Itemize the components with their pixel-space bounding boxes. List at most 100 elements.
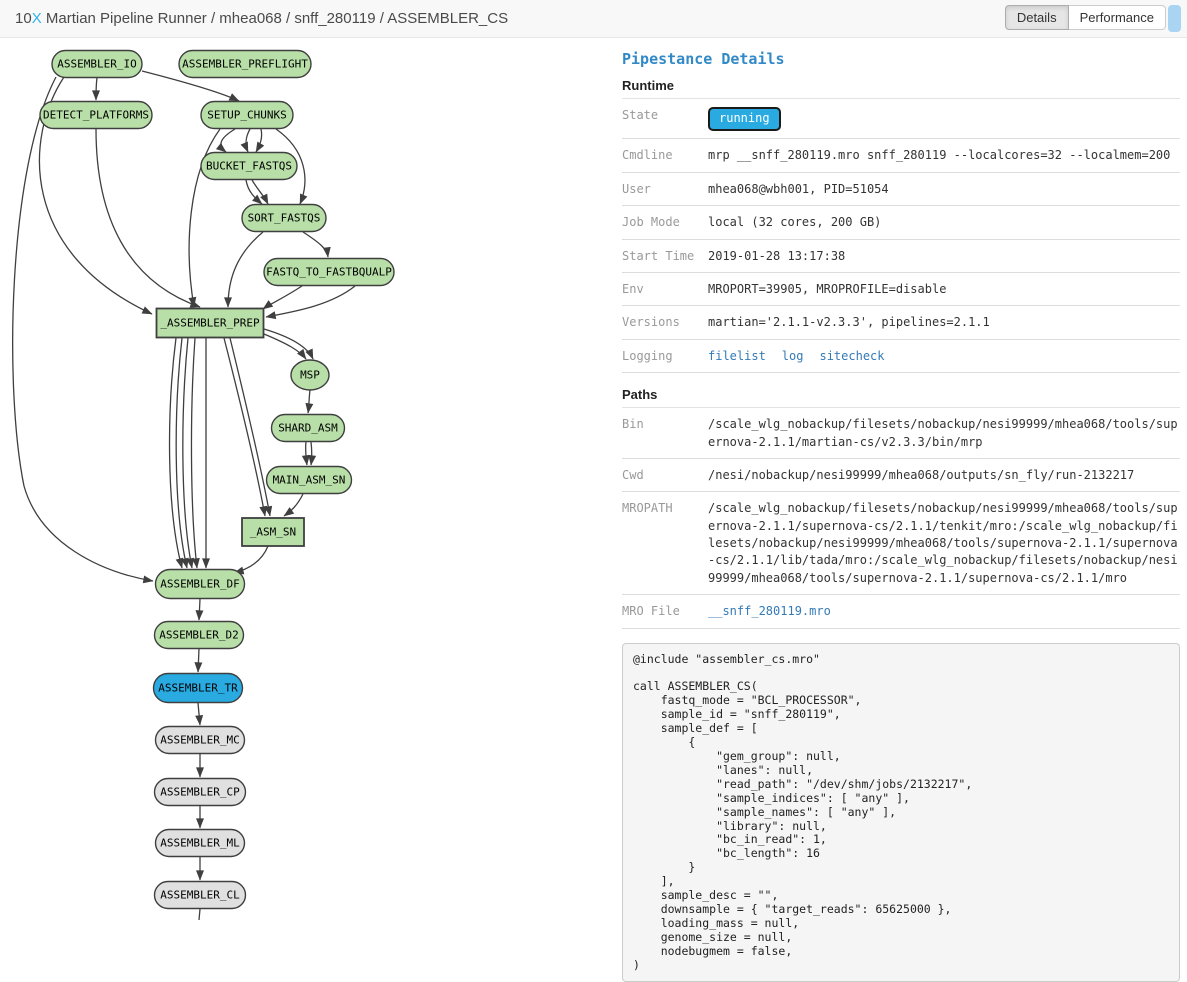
paths-table: Bin/scale_wlg_nobackup/filesets/nobackup… bbox=[622, 408, 1180, 629]
node-label: ASSEMBLER_TR bbox=[158, 682, 238, 695]
row-value: filelist log sitecheck bbox=[708, 339, 1180, 372]
node-main_asm_sn[interactable]: MAIN_ASM_SN bbox=[267, 467, 352, 494]
pipeline-dag-svg: ASSEMBLER_IO ASSEMBLER_PREFLIGHT DETECT_PL… bbox=[0, 38, 621, 920]
runtime-table: StaterunningCmdlinemrp __snff_280119.mro… bbox=[622, 99, 1180, 373]
table-row: Staterunning bbox=[622, 99, 1180, 139]
table-row: Bin/scale_wlg_nobackup/filesets/nobackup… bbox=[622, 408, 1180, 458]
row-value: MROPORT=39905, MROPROFILE=disable bbox=[708, 272, 1180, 305]
node-assembler_cp[interactable]: ASSEMBLER_CP bbox=[155, 779, 246, 806]
node-bucket_fastqs[interactable]: BUCKET_FASTQS bbox=[201, 153, 297, 180]
row-value: local (32 cores, 200 GB) bbox=[708, 206, 1180, 239]
details-panel: Pipestance Details Runtime StaterunningC… bbox=[622, 38, 1180, 920]
dag-edge bbox=[224, 338, 265, 516]
dag-edge bbox=[96, 78, 97, 100]
dag-edge bbox=[198, 703, 200, 725]
refresh-indicator bbox=[1168, 5, 1181, 32]
table-row: Usermhea068@wbh001, PID=51054 bbox=[622, 172, 1180, 205]
row-label: MRO File bbox=[622, 595, 708, 628]
table-row: Versionsmartian='2.1.1-v2.3.3', pipeline… bbox=[622, 306, 1180, 339]
sitecheck-link[interactable]: sitecheck bbox=[819, 349, 884, 363]
performance-button[interactable]: Performance bbox=[1069, 5, 1166, 30]
dag-edge bbox=[228, 232, 263, 307]
node-assembler_ml[interactable]: ASSEMBLER_ML bbox=[156, 830, 245, 857]
dag-edge bbox=[256, 129, 262, 152]
node-setup_chunks[interactable]: SETUP_CHUNKS bbox=[201, 102, 293, 129]
node-label: BUCKET_FASTQS bbox=[206, 160, 292, 173]
node-assembler_io[interactable]: ASSEMBLER_IO bbox=[52, 51, 142, 78]
node-label: SORT_FASTQS bbox=[248, 212, 321, 225]
node-_asm_sn[interactable]: _ASM_SN bbox=[242, 518, 304, 546]
navbar: 10X Martian Pipeline Runner / mhea068 / … bbox=[0, 0, 1187, 38]
dag-edge bbox=[266, 286, 355, 317]
row-label: Versions bbox=[622, 306, 708, 339]
node-assembler_df[interactable]: ASSEMBLER_DF bbox=[156, 570, 245, 599]
node-_assembler_prep[interactable]: _ASSEMBLER_PREP bbox=[157, 309, 264, 338]
dag-edge bbox=[303, 232, 328, 257]
node-label: FASTQ_TO_FASTBQUALP bbox=[266, 266, 392, 279]
state-badge: running bbox=[708, 107, 781, 131]
node-msp[interactable]: MSP bbox=[291, 360, 329, 390]
table-row: Cmdlinemrp __snff_280119.mro snff_280119… bbox=[622, 139, 1180, 172]
dag-edge bbox=[230, 338, 270, 516]
node-label: ASSEMBLER_CL bbox=[160, 889, 240, 902]
row-label: MROPATH bbox=[622, 492, 708, 595]
dag-edge bbox=[264, 329, 313, 359]
dag-edge bbox=[198, 649, 199, 672]
dag-edge bbox=[308, 390, 310, 413]
node-label: ASSEMBLER_ML bbox=[160, 837, 240, 850]
view-toggle-group: Details Performance bbox=[1005, 5, 1166, 30]
node-assembler_cl[interactable]: ASSEMBLER_CL bbox=[155, 882, 246, 909]
node-label: MAIN_ASM_SN bbox=[273, 474, 346, 487]
row-value: /nesi/nobackup/nesi99999/mhea068/outputs… bbox=[708, 458, 1180, 491]
app-title: 10X Martian Pipeline Runner / mhea068 / … bbox=[15, 0, 508, 38]
node-shard_asm[interactable]: SHARD_ASM bbox=[272, 415, 345, 442]
row-label: Job Mode bbox=[622, 206, 708, 239]
table-row: MROPATH/scale_wlg_nobackup/filesets/noba… bbox=[622, 492, 1180, 595]
panel-title: Pipestance Details bbox=[622, 50, 1180, 68]
table-row: Cwd/nesi/nobackup/nesi99999/mhea068/outp… bbox=[622, 458, 1180, 491]
mro-source: @include "assembler_cs.mro" call ASSEMBL… bbox=[622, 643, 1180, 982]
node-sort_fastqs[interactable]: SORT_FASTQS bbox=[242, 205, 326, 232]
pipeline-graph: ASSEMBLER_IO ASSEMBLER_PREFLIGHT DETECT_PL… bbox=[0, 38, 621, 920]
row-value: /scale_wlg_nobackup/filesets/nobackup/ne… bbox=[708, 408, 1180, 458]
node-label: _ASM_SN bbox=[250, 526, 296, 539]
dag-edge bbox=[199, 599, 200, 620]
dag-edge bbox=[263, 286, 302, 309]
row-label: State bbox=[622, 99, 708, 139]
details-button[interactable]: Details bbox=[1005, 5, 1069, 30]
dag-edge bbox=[311, 442, 312, 465]
table-row: EnvMROPORT=39905, MROPROFILE=disable bbox=[622, 272, 1180, 305]
dag-edge bbox=[183, 338, 192, 568]
mro-file-link[interactable]: __snff_280119.mro bbox=[708, 604, 831, 618]
node-assembler_d2[interactable]: ASSEMBLER_D2 bbox=[155, 622, 244, 649]
dag-edge bbox=[246, 129, 250, 152]
node-label: ASSEMBLER_PREFLIGHT bbox=[182, 58, 308, 71]
brand-x: X bbox=[32, 10, 42, 27]
row-value: __snff_280119.mro bbox=[708, 595, 1180, 628]
table-row: MRO File__snff_280119.mro bbox=[622, 595, 1180, 628]
log-link[interactable]: log bbox=[782, 349, 804, 363]
node-label: ASSEMBLER_IO bbox=[57, 58, 136, 71]
node-assembler_preflight[interactable]: ASSEMBLER_PREFLIGHT bbox=[179, 51, 311, 78]
node-label: ASSEMBLER_MC bbox=[160, 734, 239, 747]
node-label: SETUP_CHUNKS bbox=[207, 109, 286, 122]
node-assembler_tr[interactable]: ASSEMBLER_TR bbox=[154, 674, 243, 703]
row-label: Env bbox=[622, 272, 708, 305]
breadcrumb: Martian Pipeline Runner / mhea068 / snff… bbox=[42, 10, 508, 27]
node-assembler_mc[interactable]: ASSEMBLER_MC bbox=[156, 727, 245, 754]
row-value: mrp __snff_280119.mro snff_280119 --loca… bbox=[708, 139, 1180, 172]
node-label: _ASSEMBLER_PREP bbox=[160, 317, 260, 330]
dag-edge bbox=[234, 546, 268, 573]
row-label: Cmdline bbox=[622, 139, 708, 172]
table-row: Start Time2019-01-28 13:17:38 bbox=[622, 239, 1180, 272]
node-detect_platforms[interactable]: DETECT_PLATFORMS bbox=[40, 102, 152, 129]
node-label: DETECT_PLATFORMS bbox=[43, 109, 149, 122]
dag-edge bbox=[306, 442, 307, 465]
node-label: ASSEMBLER_CP bbox=[160, 786, 240, 799]
filelist-link[interactable]: filelist bbox=[708, 349, 766, 363]
row-value: /scale_wlg_nobackup/filesets/nobackup/ne… bbox=[708, 492, 1180, 595]
table-row: Loggingfilelistlogsitecheck bbox=[622, 339, 1180, 372]
node-fastq_to_fastbqualp[interactable]: FASTQ_TO_FASTBQUALP bbox=[264, 259, 394, 286]
table-row: Job Modelocal (32 cores, 200 GB) bbox=[622, 206, 1180, 239]
dag-edge bbox=[264, 334, 306, 359]
